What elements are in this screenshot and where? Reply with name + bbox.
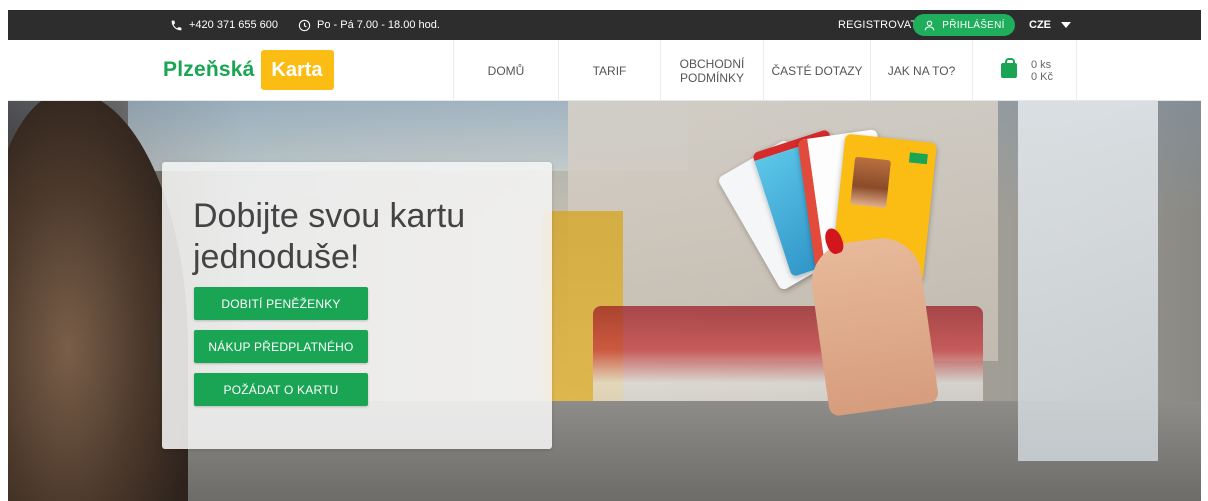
nav-item-jak-na-to[interactable]: JAK NA TO? — [870, 40, 972, 101]
phone-contact[interactable]: +420 371 655 600 — [170, 10, 278, 40]
language-selector[interactable]: CZE — [1029, 10, 1071, 40]
language-value: CZE — [1029, 19, 1051, 31]
request-card-button[interactable]: POŽÁDAT O KARTU — [194, 373, 368, 406]
logo[interactable]: Plzeňská Karta — [163, 50, 334, 90]
hero-background-sign — [1018, 101, 1158, 461]
login-button[interactable]: PŘIHLÁŠENÍ — [913, 14, 1015, 36]
top-up-wallet-button[interactable]: DOBITÍ PENĚŽENKY — [194, 287, 368, 320]
card-logo-tag — [908, 152, 928, 165]
buy-subscription-button[interactable]: NÁKUP PŘEDPLATNÉHO — [194, 330, 368, 363]
register-link[interactable]: REGISTROVAT — [838, 10, 917, 40]
opening-hours: Po - Pá 7.00 - 18.00 hod. — [298, 10, 440, 40]
main-navigation: Plzeňská Karta DOMŮ TARIF OBCHODNÍ PODMÍ… — [8, 40, 1201, 101]
opening-hours-text: Po - Pá 7.00 - 18.00 hod. — [317, 19, 440, 31]
nav-item-domu[interactable]: DOMŮ — [453, 40, 558, 101]
phone-number: +420 371 655 600 — [189, 19, 279, 31]
shopping-bag-icon — [1001, 58, 1017, 78]
logo-word-plzenska: Plzeňská — [163, 58, 255, 81]
hero-panel: Dobijte svou kartu jednoduše! DOBITÍ PEN… — [162, 162, 552, 449]
cart[interactable]: 0 ks 0 Kč — [972, 40, 1077, 101]
hero-title: Dobijte svou kartu jednoduše! — [193, 196, 533, 278]
cart-count: 0 ks — [1031, 58, 1052, 71]
login-label: PŘIHLÁŠENÍ — [942, 19, 1005, 31]
nav-item-caste-dotazy[interactable]: ČASTÉ DOTAZY — [763, 40, 870, 101]
nav-item-obchodni-podminky[interactable]: OBCHODNÍ PODMÍNKY — [660, 40, 763, 101]
nav-item-tarif[interactable]: TARIF — [558, 40, 660, 101]
card-photo — [850, 156, 892, 209]
clock-icon — [298, 19, 311, 31]
cart-summary: 0 ks 0 Kč — [1031, 59, 1053, 83]
chevron-down-icon — [1061, 22, 1071, 28]
top-bar: +420 371 655 600 Po - Pá 7.00 - 18.00 ho… — [8, 10, 1201, 40]
cart-total: 0 Kč — [1031, 70, 1054, 83]
hero-title-line2: jednoduše! — [193, 238, 360, 276]
nav-item-label-line1: OBCHODNÍ — [679, 56, 745, 71]
nav-item-label-line2: PODMÍNKY — [679, 70, 744, 85]
logo-word-karta: Karta — [260, 50, 334, 90]
phone-icon — [171, 20, 182, 30]
hero-title-line1: Dobijte svou kartu — [193, 197, 466, 235]
user-icon — [924, 20, 935, 30]
